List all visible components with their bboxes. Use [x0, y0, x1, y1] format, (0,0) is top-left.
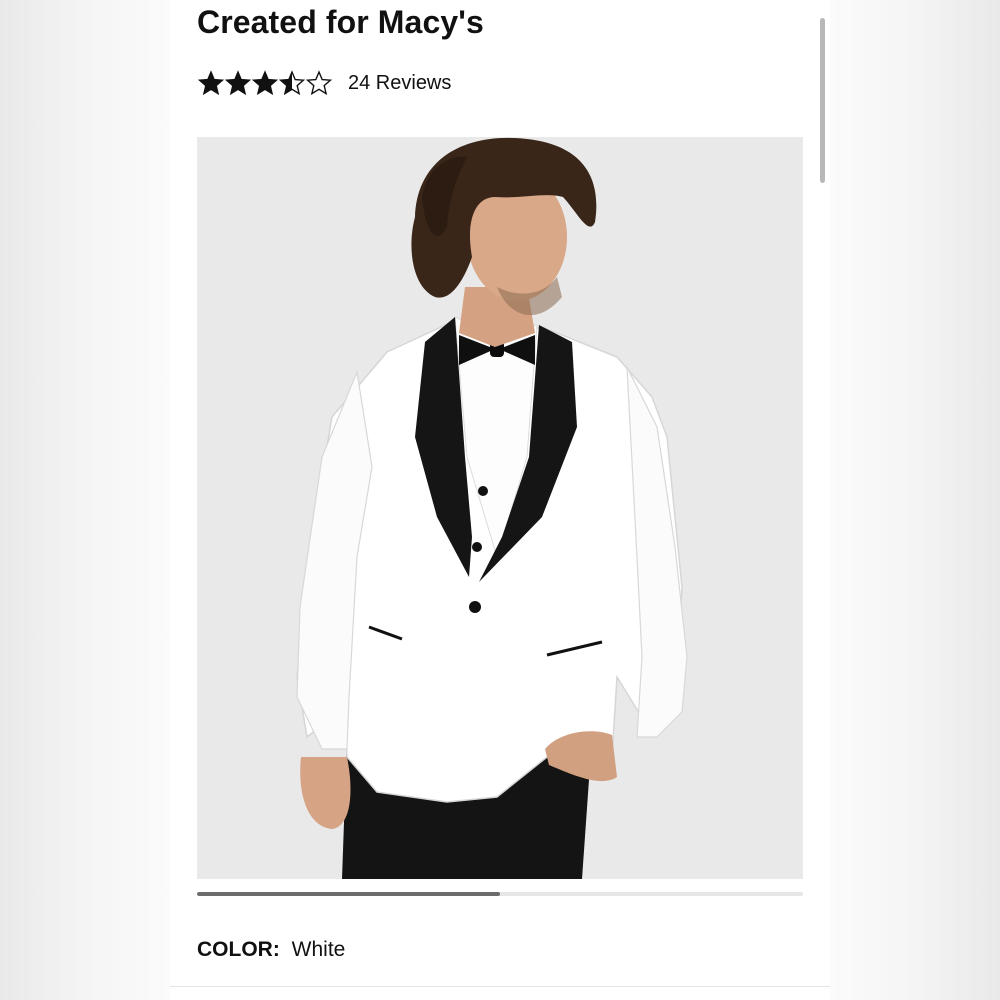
rating-row[interactable]: 24 Reviews	[198, 70, 451, 96]
image-carousel-progress-fill	[197, 892, 500, 896]
product-title: Created for Macy's	[197, 4, 484, 40]
image-carousel-progress	[197, 892, 803, 896]
star-half-icon	[279, 70, 305, 96]
product-image[interactable]	[197, 137, 803, 879]
vertical-scrollbar[interactable]	[820, 18, 825, 183]
background-right	[830, 0, 1000, 1000]
reviews-link[interactable]: 24 Reviews	[348, 72, 451, 95]
color-selector: COLOR: White	[197, 938, 345, 962]
star-empty-icon	[306, 70, 332, 96]
color-label: COLOR:	[197, 938, 280, 961]
star-rating	[198, 70, 333, 96]
star-full-icon	[252, 70, 278, 96]
color-value: White	[291, 938, 346, 961]
star-full-icon	[225, 70, 251, 96]
star-full-icon	[198, 70, 224, 96]
divider	[170, 986, 830, 987]
background-left	[0, 0, 170, 1000]
product-page: Created for Macy's 24 Reviews COLOR: Whi…	[170, 0, 830, 1000]
product-photo-white-shawl-tuxedo-jacket	[197, 137, 803, 879]
